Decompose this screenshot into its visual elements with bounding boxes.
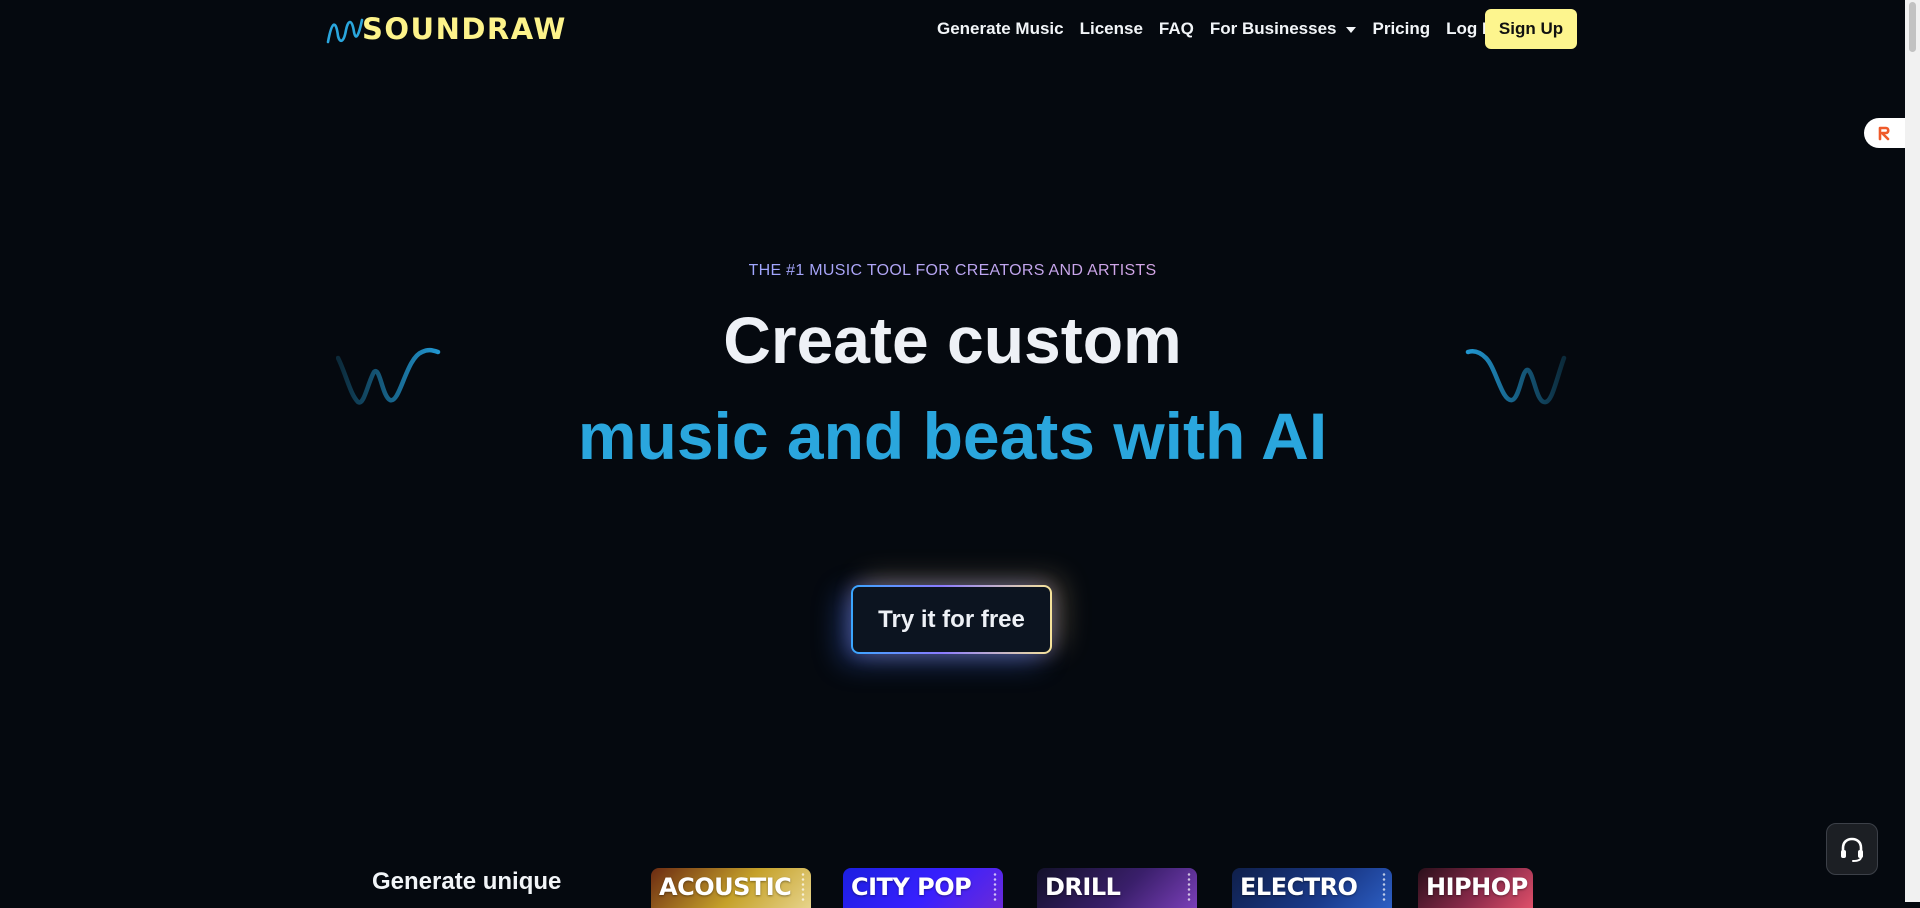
hero-title-line2: music and beats with AI xyxy=(577,399,1328,473)
dots-decoration xyxy=(801,872,805,902)
wave-logo-icon xyxy=(326,18,364,44)
genre-card-acoustic[interactable]: ACOUSTIC xyxy=(651,868,811,908)
nav-faq[interactable]: FAQ xyxy=(1159,19,1194,39)
genre-card-hiphop[interactable]: HIPHOP xyxy=(1418,868,1533,908)
hero-title-line1: Create custom xyxy=(723,303,1182,377)
scrollbar-thumb[interactable] xyxy=(1909,2,1916,52)
r-logo-icon xyxy=(1878,126,1890,141)
nav-pricing[interactable]: Pricing xyxy=(1372,19,1430,39)
headset-icon xyxy=(1841,837,1863,862)
hero-eyebrow-text: THE #1 MUSIC TOOL FOR CREATORS AND ARTIS… xyxy=(748,262,1157,279)
genre-label: ELECTRO xyxy=(1240,873,1358,901)
genre-card-city-pop[interactable]: CITY POP xyxy=(843,868,1003,908)
top-navbar: SOUNDRAW Generate Music License FAQ For … xyxy=(0,0,1905,58)
genre-card-drill[interactable]: DRILL xyxy=(1037,868,1197,908)
sign-up-button[interactable]: Sign Up xyxy=(1485,9,1577,49)
side-widget[interactable] xyxy=(1864,118,1906,148)
dots-decoration xyxy=(1187,872,1191,902)
genre-label: ACOUSTIC xyxy=(659,873,792,901)
nav-generate-music[interactable]: Generate Music xyxy=(937,19,1064,39)
brand-name: SOUNDRAW xyxy=(362,12,567,46)
nav-for-businesses[interactable]: For Businesses xyxy=(1210,19,1357,39)
try-for-free-button[interactable]: Try it for free xyxy=(851,585,1052,654)
main-nav: Generate Music License FAQ For Businesse… xyxy=(937,10,1513,48)
section-heading: Generate unique xyxy=(372,868,562,895)
support-chat-button[interactable] xyxy=(1826,823,1878,875)
genre-label: HIPHOP xyxy=(1426,873,1528,901)
chevron-down-icon xyxy=(1346,27,1357,33)
dots-decoration xyxy=(993,872,997,902)
hero-eyebrow: THE #1 MUSIC TOOL FOR CREATORS AND ARTIS… xyxy=(0,262,1905,280)
nav-license[interactable]: License xyxy=(1080,19,1143,39)
nav-for-businesses-label: For Businesses xyxy=(1209,19,1337,38)
genre-label: CITY POP xyxy=(851,873,972,901)
page-scrollbar[interactable] xyxy=(1905,0,1920,902)
genre-label: DRILL xyxy=(1045,873,1121,901)
dots-decoration xyxy=(1382,872,1386,902)
soundraw-logo[interactable]: SOUNDRAW xyxy=(326,10,567,48)
genre-card-electro[interactable]: ELECTRO xyxy=(1232,868,1392,908)
